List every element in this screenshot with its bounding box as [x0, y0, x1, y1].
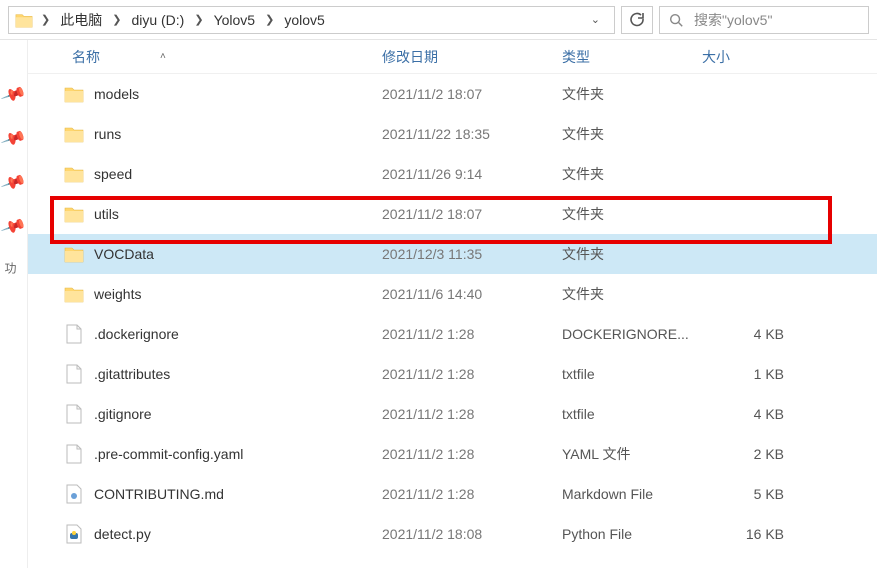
- file-icon: [64, 364, 84, 384]
- column-headers: 名称 ˄ 修改日期 类型 大小: [28, 40, 877, 74]
- file-row[interactable]: weights 2021/11/6 14:40文件夹: [28, 274, 877, 314]
- file-type: txtfile: [562, 406, 702, 422]
- quick-access-rail: 📌 📌 📌 📌: [0, 40, 28, 568]
- file-name: CONTRIBUTING.md: [94, 486, 224, 502]
- breadcrumb-item[interactable]: diyu (D:): [129, 10, 186, 30]
- file-date: 2021/11/6 14:40: [382, 286, 562, 302]
- file-type: YAML 文件: [562, 444, 702, 464]
- file-name: .gitignore: [94, 406, 152, 422]
- address-bar: ❯ 此电脑 ❯ diyu (D:) ❯ Yolov5 ❯ yolov5 ⌄: [0, 0, 877, 40]
- file-size: 4 KB: [702, 406, 792, 422]
- folder-icon: [64, 164, 84, 184]
- sort-caret-icon: ˄: [160, 51, 166, 62]
- file-date: 2021/11/22 18:35: [382, 126, 562, 142]
- folder-icon: [64, 204, 84, 224]
- pin-icon[interactable]: 📌: [0, 213, 27, 240]
- file-row[interactable]: VOCData 2021/12/3 11:35文件夹: [28, 234, 877, 274]
- file-row[interactable]: .dockerignore 2021/11/2 1:28DOCKERIGNORE.…: [28, 314, 877, 354]
- folder-icon: [64, 84, 84, 104]
- file-name: utils: [94, 206, 119, 222]
- breadcrumb-item[interactable]: yolov5: [282, 10, 326, 30]
- chevron-right-icon[interactable]: ❯: [110, 13, 123, 26]
- file-name: .gitattributes: [94, 366, 170, 382]
- file-type: 文件夹: [562, 84, 702, 104]
- file-date: 2021/11/2 1:28: [382, 486, 562, 502]
- sidebar-tab-label[interactable]: 功: [0, 260, 21, 276]
- md-icon: [64, 484, 84, 504]
- file-row[interactable]: models 2021/11/2 18:07文件夹: [28, 74, 877, 114]
- chevron-down-icon[interactable]: ⌄: [583, 13, 608, 26]
- file-type: txtfile: [562, 366, 702, 382]
- search-box[interactable]: [659, 6, 869, 34]
- file-name: VOCData: [94, 246, 154, 262]
- file-size: 16 KB: [702, 526, 792, 542]
- file-row[interactable]: utils 2021/11/2 18:07文件夹: [28, 194, 877, 234]
- breadcrumb-item[interactable]: 此电脑: [58, 8, 104, 32]
- chevron-right-icon[interactable]: ❯: [263, 13, 276, 26]
- breadcrumb[interactable]: ❯ 此电脑 ❯ diyu (D:) ❯ Yolov5 ❯ yolov5 ⌄: [8, 6, 615, 34]
- file-type: 文件夹: [562, 204, 702, 224]
- file-date: 2021/11/2 1:28: [382, 446, 562, 462]
- file-name: .pre-commit-config.yaml: [94, 446, 243, 462]
- file-date: 2021/11/2 18:07: [382, 86, 562, 102]
- file-name: models: [94, 86, 139, 102]
- file-type: 文件夹: [562, 284, 702, 304]
- pin-icon[interactable]: 📌: [0, 125, 27, 152]
- file-type: 文件夹: [562, 244, 702, 264]
- file-name: detect.py: [94, 526, 151, 542]
- file-date: 2021/11/2 1:28: [382, 406, 562, 422]
- folder-icon: [64, 124, 84, 144]
- folder-icon: [64, 244, 84, 264]
- column-header-date[interactable]: 修改日期: [382, 47, 562, 67]
- pin-icon[interactable]: 📌: [0, 169, 27, 196]
- column-header-type[interactable]: 类型: [562, 47, 702, 67]
- pin-icon[interactable]: 📌: [0, 81, 27, 108]
- file-name: weights: [94, 286, 141, 302]
- file-date: 2021/12/3 11:35: [382, 246, 562, 262]
- py-icon: [64, 524, 84, 544]
- file-row[interactable]: CONTRIBUTING.md 2021/11/2 1:28Markdown Fi…: [28, 474, 877, 514]
- breadcrumb-item[interactable]: Yolov5: [212, 10, 258, 30]
- file-list: 名称 ˄ 修改日期 类型 大小 models2021/11/2 18:07文件夹…: [28, 40, 877, 568]
- file-date: 2021/11/2 1:28: [382, 326, 562, 342]
- file-size: 1 KB: [702, 366, 792, 382]
- file-row[interactable]: .pre-commit-config.yaml 2021/11/2 1:28YAM…: [28, 434, 877, 474]
- file-icon: [64, 404, 84, 424]
- file-name: .dockerignore: [94, 326, 179, 342]
- chevron-right-icon[interactable]: ❯: [39, 13, 52, 26]
- file-type: DOCKERIGNORE...: [562, 326, 702, 342]
- column-header-size[interactable]: 大小: [702, 47, 792, 67]
- file-size: 2 KB: [702, 446, 792, 462]
- file-row[interactable]: detect.py 2021/11/2 18:08Python File16 KB: [28, 514, 877, 554]
- search-icon: [668, 12, 684, 28]
- chevron-right-icon[interactable]: ❯: [192, 13, 205, 26]
- file-type: 文件夹: [562, 124, 702, 144]
- column-header-label: 名称: [72, 47, 100, 67]
- file-row[interactable]: .gitattributes 2021/11/2 1:28txtfile1 KB: [28, 354, 877, 394]
- file-icon: [64, 444, 84, 464]
- file-size: 5 KB: [702, 486, 792, 502]
- file-icon: [64, 324, 84, 344]
- search-input[interactable]: [692, 11, 877, 29]
- file-name: speed: [94, 166, 132, 182]
- folder-icon: [64, 284, 84, 304]
- file-date: 2021/11/26 9:14: [382, 166, 562, 182]
- file-type: Markdown File: [562, 486, 702, 502]
- column-header-name[interactable]: 名称 ˄: [72, 47, 382, 67]
- refresh-button[interactable]: [621, 6, 653, 34]
- file-type: Python File: [562, 526, 702, 542]
- file-date: 2021/11/2 18:07: [382, 206, 562, 222]
- file-row[interactable]: runs 2021/11/22 18:35文件夹: [28, 114, 877, 154]
- folder-icon: [15, 11, 33, 29]
- file-type: 文件夹: [562, 164, 702, 184]
- file-size: 4 KB: [702, 326, 792, 342]
- file-name: runs: [94, 126, 121, 142]
- file-row[interactable]: speed 2021/11/26 9:14文件夹: [28, 154, 877, 194]
- file-date: 2021/11/2 18:08: [382, 526, 562, 542]
- file-date: 2021/11/2 1:28: [382, 366, 562, 382]
- file-row[interactable]: .gitignore 2021/11/2 1:28txtfile4 KB: [28, 394, 877, 434]
